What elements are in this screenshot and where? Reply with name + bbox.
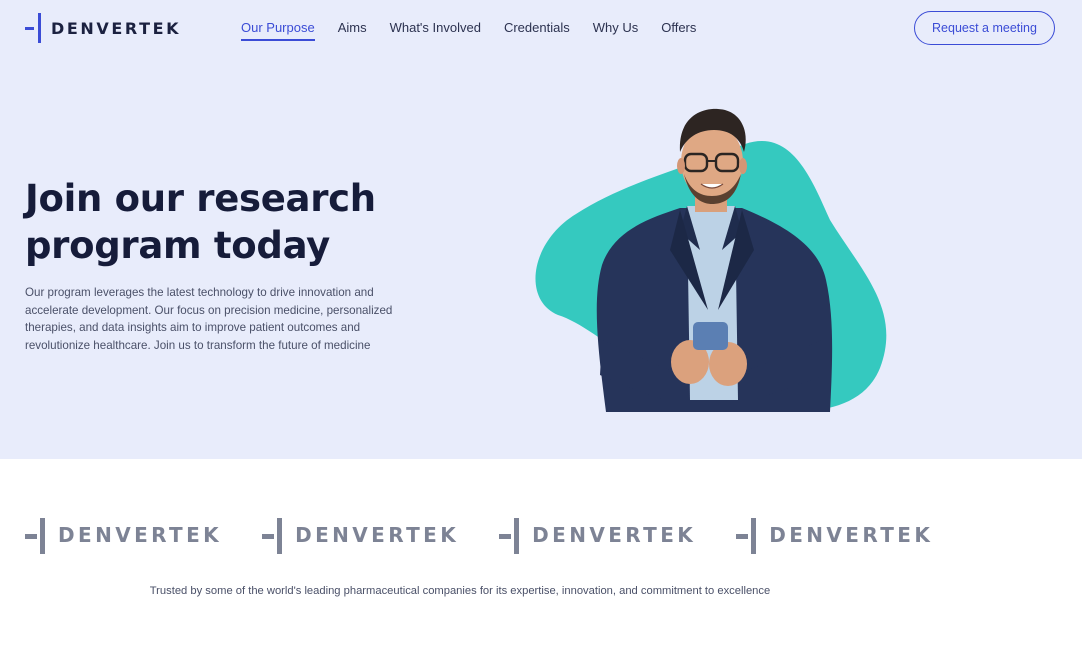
logo-mark-icon [25, 13, 43, 43]
main-nav: Our Purpose Aims What's Involved Credent… [241, 19, 719, 41]
nav-item-our-purpose[interactable]: Our Purpose [241, 19, 315, 41]
nav-item-offers[interactable]: Offers [661, 19, 696, 41]
partner-name: DENVERTEK [769, 523, 934, 547]
nav-item-aims[interactable]: Aims [338, 19, 367, 41]
logo-mark-icon [262, 516, 283, 554]
partner-name: DENVERTEK [295, 523, 460, 547]
person-with-phone-image [535, 108, 887, 412]
trusted-by-caption: Trusted by some of the world's leading p… [149, 585, 771, 597]
hero-description: Our program leverages the latest technol… [25, 286, 393, 353]
nav-item-credentials[interactable]: Credentials [504, 19, 570, 41]
partner-name: DENVERTEK [58, 523, 223, 547]
partner-logo: DENVERTEK [25, 516, 222, 554]
partner-name: DENVERTEK [532, 523, 697, 547]
brand-logo[interactable]: DENVERTEK [25, 13, 181, 43]
hero-illustration [530, 100, 895, 420]
nav-item-why-us[interactable]: Why Us [593, 19, 639, 41]
partner-logo: DENVERTEK [736, 516, 933, 554]
logo-mark-icon [736, 516, 757, 554]
hero-section: DENVERTEK Our Purpose Aims What's Involv… [0, 0, 1082, 459]
partner-logo: DENVERTEK [262, 516, 459, 554]
partner-logos: DENVERTEK DENVERTEK DENVERTEK DENVERTEK [25, 516, 973, 554]
brand-name: DENVERTEK [51, 18, 182, 38]
hero-headline: Join our research program today [25, 177, 376, 267]
nav-item-whats-involved[interactable]: What's Involved [390, 19, 481, 41]
logo-mark-icon [25, 516, 45, 554]
partner-logo: DENVERTEK [499, 516, 696, 554]
request-meeting-button[interactable]: Request a meeting [914, 11, 1055, 45]
logo-mark-icon [499, 516, 520, 554]
